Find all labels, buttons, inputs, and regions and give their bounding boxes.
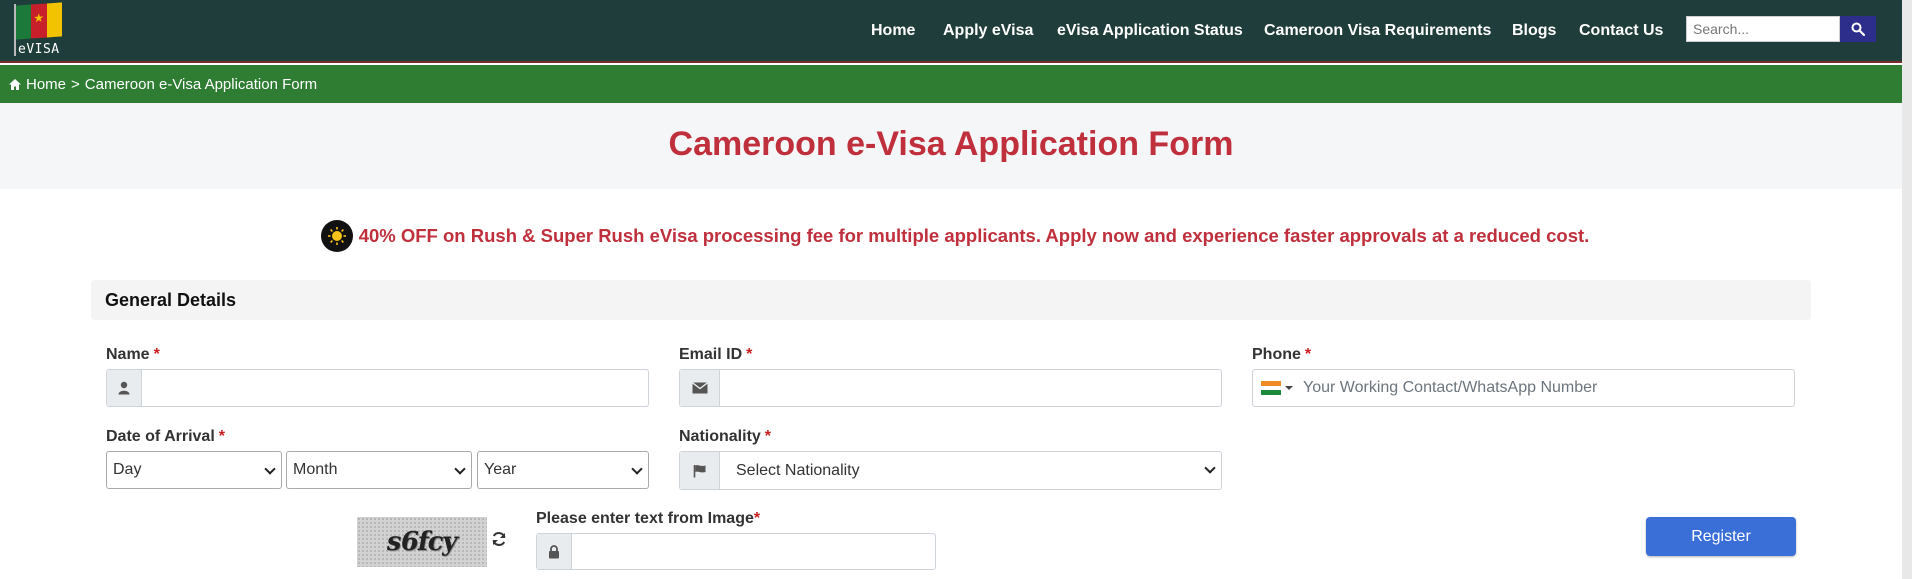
refresh-icon[interactable] [490, 530, 508, 548]
nationality-field-group: Select Nationality [679, 451, 1222, 490]
search-button[interactable] [1840, 16, 1876, 42]
nav-apply-evisa[interactable]: Apply eVisa [943, 22, 1033, 40]
home-icon [8, 78, 22, 91]
breadcrumb-home-link[interactable]: Home [26, 76, 66, 93]
breadcrumb-current: Cameroon e-Visa Application Form [84, 75, 318, 93]
name-label: Name * [106, 346, 160, 364]
nationality-select[interactable]: Select Nationality [720, 452, 1221, 489]
page-title: Cameroon e-Visa Application Form [668, 125, 1234, 163]
year-select-value: Year [484, 461, 517, 478]
required-mark: * [746, 346, 753, 363]
phone-input[interactable] [1293, 379, 1794, 397]
arrival-year-select[interactable]: Year [477, 451, 649, 489]
breadcrumb-separator: > [71, 75, 80, 93]
email-label-text: Email ID [679, 346, 743, 363]
evisa-logo[interactable]: eVISA [14, 2, 70, 60]
nav-application-status[interactable]: eVisa Application Status [1057, 22, 1243, 40]
nationality-select-value: Select Nationality [736, 461, 860, 479]
captcha-label: Please enter text from Image* [536, 510, 760, 528]
phone-field-group [1252, 369, 1795, 407]
sun-icon [320, 220, 353, 252]
chevron-down-icon [454, 463, 466, 475]
register-button[interactable]: Register [1646, 517, 1796, 556]
arrival-label: Date of Arrival * [106, 428, 225, 446]
nav-home[interactable]: Home [871, 22, 915, 40]
nationality-label: Nationality * [679, 428, 771, 446]
chevron-down-icon [264, 463, 276, 475]
captcha-field-group [536, 533, 936, 570]
india-flag-icon[interactable] [1261, 381, 1281, 396]
captcha-label-text: Please enter text from Image [536, 510, 754, 527]
scrollbar[interactable] [1902, 0, 1912, 579]
arrival-month-select[interactable]: Month [286, 451, 472, 489]
title-band: Cameroon e-Visa Application Form [0, 103, 1902, 189]
phone-label: Phone * [1252, 346, 1311, 364]
nav-contact-us[interactable]: Contact Us [1579, 22, 1663, 40]
nav-visa-requirements[interactable]: Cameroon Visa Requirements [1264, 22, 1491, 40]
name-input[interactable] [142, 370, 648, 406]
top-navbar: eVISA Home Apply eVisa eVisa Application… [0, 0, 1902, 63]
envelope-icon [680, 370, 720, 406]
promo-text: 40% OFF on Rush & Super Rush eVisa proce… [358, 225, 1590, 246]
chevron-down-icon [631, 463, 643, 475]
nav-blogs[interactable]: Blogs [1512, 22, 1556, 40]
phone-label-text: Phone [1252, 346, 1301, 363]
required-mark: * [218, 428, 226, 445]
chevron-down-icon [1204, 462, 1216, 474]
captcha-text: s6fcy [384, 527, 460, 557]
required-mark: * [753, 510, 761, 527]
arrival-label-text: Date of Arrival [106, 428, 215, 445]
captcha-input[interactable] [572, 534, 935, 569]
logo-text: eVISA [18, 42, 60, 57]
flag-icon [680, 452, 720, 489]
country-dropdown-caret-icon[interactable] [1285, 386, 1293, 390]
required-mark: * [1304, 346, 1312, 363]
promo-banner: 40% OFF on Rush & Super Rush eVisa proce… [0, 220, 1902, 252]
breadcrumb: Home > Cameroon e-Visa Application Form [0, 65, 1902, 103]
day-select-value: Day [113, 461, 142, 478]
section-header: General Details [91, 280, 1811, 320]
required-mark: * [153, 346, 160, 363]
arrival-day-select[interactable]: Day [106, 451, 282, 489]
search-icon [1851, 22, 1865, 36]
required-mark: * [764, 428, 772, 445]
lock-icon [537, 534, 572, 569]
email-label: Email ID * [679, 346, 752, 364]
name-field-group [106, 369, 649, 407]
name-label-text: Name [106, 346, 150, 363]
nationality-label-text: Nationality [679, 428, 761, 445]
section-title: General Details [105, 290, 237, 310]
cameroon-flag-icon [16, 2, 62, 40]
captcha-image: s6fcy [357, 517, 487, 567]
month-select-value: Month [293, 461, 338, 478]
email-input[interactable] [720, 370, 1221, 406]
user-icon [107, 370, 142, 406]
search-input[interactable] [1686, 16, 1840, 42]
email-field-group [679, 369, 1222, 407]
